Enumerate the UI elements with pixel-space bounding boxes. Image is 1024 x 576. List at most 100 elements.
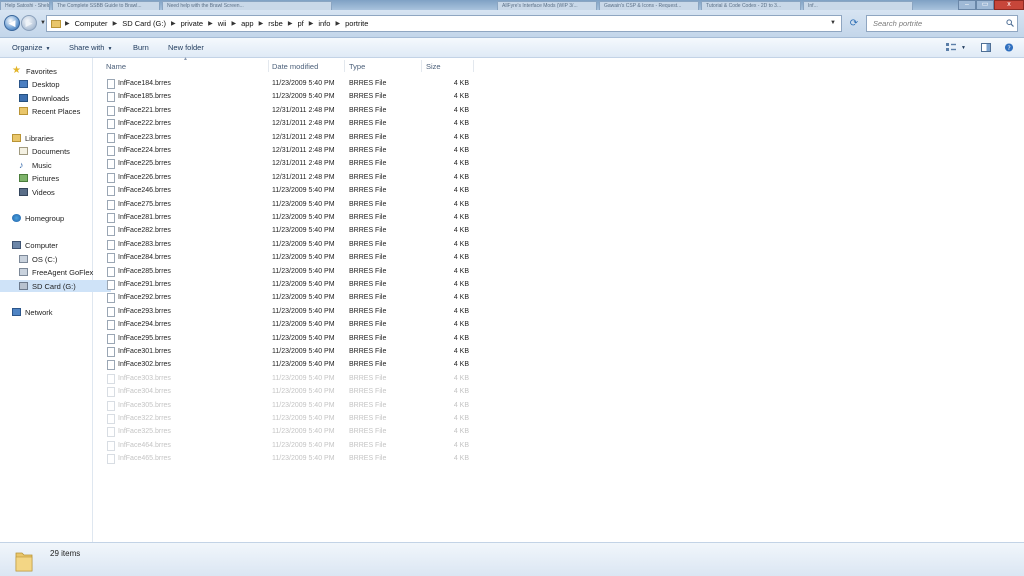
view-options-icon[interactable] <box>946 43 956 52</box>
table-row[interactable]: InfFace225.brres 12/31/2011 2:48 PM BRRES … <box>103 158 475 171</box>
browser-tab[interactable]: Gawain's CSP & Icons - Request... <box>599 1 699 10</box>
organize-button[interactable]: Organize ▼ <box>12 43 50 52</box>
nav-item-music[interactable]: ♪ Music <box>0 159 111 171</box>
nav-item-os-c[interactable]: OS (C:) <box>0 253 111 265</box>
table-row[interactable]: InfFace246.brres 11/23/2009 5:40 PM BRRES … <box>103 185 475 198</box>
nav-item-desktop[interactable]: Desktop <box>0 78 111 90</box>
column-divider[interactable] <box>268 60 269 72</box>
table-row[interactable]: InfFace281.brres 11/23/2009 5:40 PM BRRES … <box>103 212 475 225</box>
table-row[interactable]: InfFace304.brres 11/23/2009 5:40 PM BRRES … <box>103 386 475 399</box>
chevron-right-icon[interactable]: ▶ <box>259 20 264 27</box>
table-row[interactable]: InfFace184.brres 11/23/2009 5:40 PM BRRES … <box>103 78 475 91</box>
column-header-date[interactable]: Date modified <box>272 62 318 71</box>
search-input[interactable]: Search portrite <box>866 15 1018 32</box>
table-row[interactable]: InfFace302.brres 11/23/2009 5:40 PM BRRES … <box>103 359 475 372</box>
view-dropdown-icon[interactable]: ▼ <box>961 45 966 51</box>
table-row[interactable]: InfFace284.brres 11/23/2009 5:40 PM BRRES … <box>103 252 475 265</box>
table-row[interactable]: InfFace223.brres 12/31/2011 2:48 PM BRRES … <box>103 132 475 145</box>
column-header-name[interactable]: Name <box>106 62 126 71</box>
minimize-button[interactable]: – <box>958 0 976 10</box>
nav-item-recent-places[interactable]: Recent Places <box>0 105 111 117</box>
nav-item-computer[interactable]: Computer <box>0 239 104 251</box>
browser-tab[interactable]: Tutorial & Code Codex - 2D to 3... <box>701 1 801 10</box>
address-dropdown-icon[interactable]: ▼ <box>830 20 836 26</box>
breadcrumb-sd-card[interactable]: SD Card (G:) <box>122 19 166 28</box>
table-row[interactable]: InfFace465.brres 11/23/2009 5:40 PM BRRES … <box>103 453 475 466</box>
browser-tab[interactable]: AllFyre's Interface Mods (WIP 3/... <box>497 1 597 10</box>
breadcrumb-portrite[interactable]: portrite <box>345 19 368 28</box>
table-row[interactable]: InfFace282.brres 11/23/2009 5:40 PM BRRES … <box>103 225 475 238</box>
chevron-right-icon[interactable]: ▶ <box>288 20 293 27</box>
nav-item-label: OS (C:) <box>32 254 58 264</box>
chevron-right-icon[interactable]: ▶ <box>335 20 340 27</box>
chevron-right-icon[interactable]: ▶ <box>65 20 70 27</box>
table-row[interactable]: InfFace222.brres 12/31/2011 2:48 PM BRRES … <box>103 118 475 131</box>
chevron-right-icon[interactable]: ▶ <box>113 20 118 27</box>
column-divider[interactable] <box>344 60 345 72</box>
maximize-button[interactable]: ▭ <box>976 0 994 10</box>
table-row[interactable]: InfFace305.brres 11/23/2009 5:40 PM BRRES … <box>103 400 475 413</box>
close-button[interactable]: x <box>994 0 1024 10</box>
file-type: BRRES File <box>349 294 387 302</box>
nav-item-videos[interactable]: Videos <box>0 186 111 198</box>
breadcrumb-app[interactable]: app <box>241 19 254 28</box>
breadcrumb-pf[interactable]: pf <box>297 19 303 28</box>
column-header-type[interactable]: Type <box>349 62 365 71</box>
breadcrumb-wii[interactable]: wii <box>218 19 227 28</box>
nav-item-pictures[interactable]: Pictures <box>0 172 111 184</box>
table-row[interactable]: InfFace226.brres 12/31/2011 2:48 PM BRRES … <box>103 172 475 185</box>
search-icon[interactable] <box>1006 19 1014 27</box>
table-row[interactable]: InfFace221.brres 12/31/2011 2:48 PM BRRES … <box>103 105 475 118</box>
table-row[interactable]: InfFace295.brres 11/23/2009 5:40 PM BRRES … <box>103 333 475 346</box>
column-header-size[interactable]: Size <box>426 62 441 71</box>
table-row[interactable]: InfFace185.brres 11/23/2009 5:40 PM BRRES … <box>103 91 475 104</box>
table-row[interactable]: InfFace292.brres 11/23/2009 5:40 PM BRRES … <box>103 292 475 305</box>
nav-item-favorites[interactable]: ★ Favorites <box>0 65 104 77</box>
table-row[interactable]: InfFace301.brres 11/23/2009 5:40 PM BRRES … <box>103 346 475 359</box>
table-row[interactable]: InfFace275.brres 11/23/2009 5:40 PM BRRES … <box>103 199 475 212</box>
table-row[interactable]: InfFace293.brres 11/23/2009 5:40 PM BRRES … <box>103 306 475 319</box>
table-row[interactable]: InfFace325.brres 11/23/2009 5:40 PM BRRES … <box>103 426 475 439</box>
chevron-right-icon[interactable]: ▶ <box>171 20 176 27</box>
column-divider[interactable] <box>473 60 474 72</box>
nav-item-label: Downloads <box>32 93 70 103</box>
browser-tab[interactable]: Help Satoshi - Sheldamnd.com <box>0 1 50 10</box>
table-row[interactable]: InfFace303.brres 11/23/2009 5:40 PM BRRES … <box>103 373 475 386</box>
table-row[interactable]: InfFace285.brres 11/23/2009 5:40 PM BRRES … <box>103 266 475 279</box>
chevron-right-icon[interactable]: ▶ <box>231 20 236 27</box>
breadcrumb[interactable]: ▶ Computer ▶ SD Card (G:) ▶ private ▶ wii ▶ … <box>46 15 842 32</box>
breadcrumb-private[interactable]: private <box>181 19 204 28</box>
nav-item-sd-card[interactable]: SD Card (G:) <box>0 280 111 292</box>
preview-pane-icon[interactable] <box>981 43 991 52</box>
table-row[interactable]: InfFace224.brres 12/31/2011 2:48 PM BRRES … <box>103 145 475 158</box>
refresh-icon[interactable]: ⟳ <box>848 18 860 30</box>
breadcrumb-computer[interactable]: Computer <box>75 19 108 28</box>
breadcrumb-rsbe[interactable]: rsbe <box>268 19 283 28</box>
burn-button[interactable]: Burn <box>133 43 149 52</box>
share-with-button[interactable]: Share with ▼ <box>69 43 112 52</box>
new-folder-button[interactable]: New folder <box>168 43 204 52</box>
chevron-right-icon[interactable]: ▶ <box>309 20 314 27</box>
nav-item-downloads[interactable]: Downloads <box>0 92 111 104</box>
chevron-right-icon[interactable]: ▶ <box>208 20 213 27</box>
forward-button[interactable]: ▶ <box>21 15 37 31</box>
nav-item-documents[interactable]: Documents <box>0 145 111 157</box>
table-row[interactable]: InfFace294.brres 11/23/2009 5:40 PM BRRES … <box>103 319 475 332</box>
file-date: 11/23/2009 5:40 PM <box>272 281 335 288</box>
browser-tab[interactable]: Need help with the Brawl Screen... <box>162 1 332 10</box>
nav-item-homegroup[interactable]: Homegroup <box>0 212 104 224</box>
nav-item-freeagent[interactable]: FreeAgent GoFlex <box>0 266 111 278</box>
table-row[interactable]: InfFace283.brres 11/23/2009 5:40 PM BRRES … <box>103 239 475 252</box>
browser-tab[interactable]: The Complete SSBB Guide to Brawl... <box>52 1 160 10</box>
nav-item-libraries[interactable]: Libraries <box>0 132 104 144</box>
help-icon[interactable]: ? <box>1004 43 1014 52</box>
nav-item-network[interactable]: Network <box>0 306 104 318</box>
browser-tab[interactable]: Inf... <box>803 1 913 10</box>
file-size: 4 KB <box>453 455 469 463</box>
table-row[interactable]: InfFace322.brres 11/23/2009 5:40 PM BRRES … <box>103 413 475 426</box>
breadcrumb-info[interactable]: info <box>318 19 330 28</box>
table-row[interactable]: InfFace291.brres 11/23/2009 5:40 PM BRRES … <box>103 279 475 292</box>
back-button[interactable]: ◀ <box>4 15 20 31</box>
table-row[interactable]: InfFace464.brres 11/23/2009 5:40 PM BRRES … <box>103 440 475 453</box>
column-divider[interactable] <box>421 60 422 72</box>
